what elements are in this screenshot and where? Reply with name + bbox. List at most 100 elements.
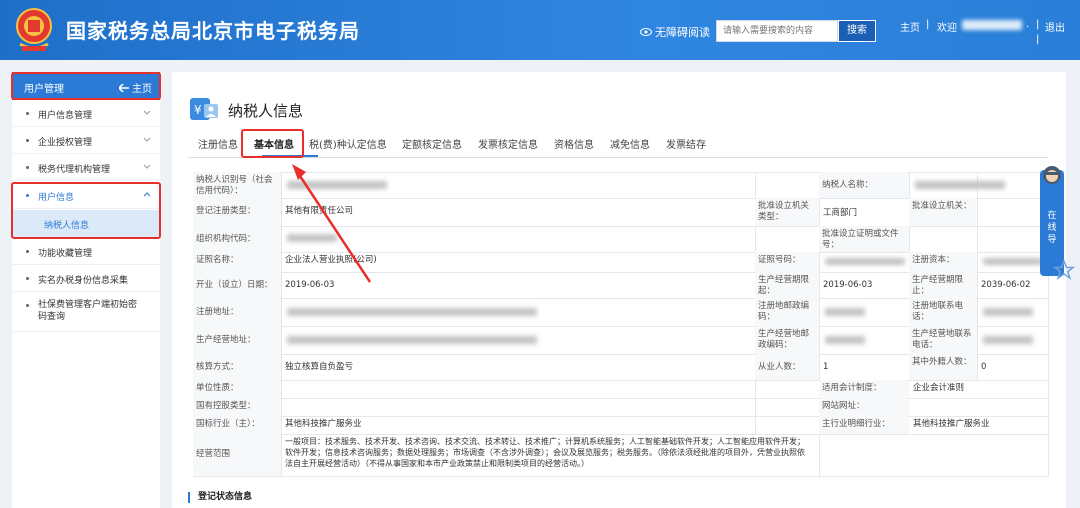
scope-label: 经营范围 (193, 434, 281, 476)
home-link[interactable]: 主页 (900, 19, 920, 34)
section-title-registration-status: 登记状态信息 (188, 492, 252, 503)
main-panel: ¥ 纳税人信息 注册信息 基本信息 税(费)种认定信息 定额核定信息 发票核定信… (172, 72, 1066, 508)
sidebar-item-realname-collection[interactable]: 实名办税身份信息采集 (12, 265, 160, 292)
bullet-icon (26, 194, 29, 197)
search-button[interactable]: 搜索 (838, 20, 876, 42)
sidebar-subitem-label: 纳税人信息 (44, 221, 90, 231)
cert-no-redacted (825, 258, 905, 265)
reg-type-label: 登记注册类型： (193, 198, 281, 226)
online-service-label: 在线导 (1047, 211, 1057, 245)
tax-bureau-emblem-icon (16, 8, 52, 51)
header-separator: . (1026, 19, 1030, 30)
sidebar: 用户管理 主页 用户信息管理 企业授权管理 税务代理机构管理 用户信息 纳税人信… (12, 72, 160, 508)
page-title: 纳税人信息 (228, 102, 304, 120)
service-avatar-icon (1043, 166, 1061, 190)
reg-addr-redacted (287, 308, 537, 316)
bullet-icon (26, 304, 29, 307)
industry-value: 其他科技推广服务业 (285, 419, 362, 429)
org-code-redacted (287, 234, 337, 242)
sidebar-title: 用户管理 (24, 84, 64, 95)
accounting-value: 独立核算自负盈亏 (285, 362, 354, 372)
sidebar-item-tax-agency[interactable]: 税务代理机构管理 (12, 154, 160, 181)
star-icon[interactable] (1052, 258, 1076, 282)
tab-bar: 注册信息 基本信息 税(费)种认定信息 定额核定信息 发票核定信息 资格信息 减… (188, 130, 1048, 158)
search-input[interactable] (716, 20, 838, 42)
prod-addr-redacted (287, 336, 537, 344)
taxpayer-name-redacted (915, 181, 1005, 189)
chevron-down-icon (143, 137, 151, 142)
industry-label: 国标行业（主）： (193, 416, 281, 434)
tab-qualification-info[interactable]: 资格信息 (554, 136, 594, 151)
approve-doc-label: 批准设立证明或文件号： (819, 226, 909, 252)
chevron-down-icon (143, 164, 151, 169)
period-end-value: 2039-06-02 (981, 280, 1031, 290)
taxpayer-id-label: 纳税人识别号（社会信用代码）： (193, 172, 281, 198)
capital-label: 注册资本： (909, 252, 977, 272)
bullet-icon (26, 112, 29, 115)
open-date-label: 开业（设立）日期： (193, 272, 281, 298)
chevron-up-icon (143, 192, 151, 197)
taxpayer-info-icon: ¥ (190, 98, 218, 120)
bullet-icon (26, 139, 29, 142)
sidebar-subitem-taxpayer-info[interactable]: 纳税人信息 (12, 210, 160, 237)
period-end-label: 生产经营期限止： (909, 272, 977, 298)
sidebar-item-favorites[interactable]: 功能收藏管理 (12, 238, 160, 265)
unit-nature-label: 单位性质： (193, 380, 281, 398)
chevron-down-icon (143, 110, 151, 115)
welcome-label: 欢迎 (937, 23, 957, 34)
approve-org-label: 批准设立机关： (909, 198, 977, 226)
approve-org-type-value: 工商部门 (823, 208, 858, 218)
tab-invoice-balance[interactable]: 发票结存 (666, 136, 706, 151)
prod-zip-label: 生产经营地邮政编码： (755, 326, 819, 354)
back-arrow-icon (119, 83, 129, 92)
acct-system-value: 企业会计准则 (913, 383, 965, 393)
cert-name-value: 企业法人营业执照(公司) (285, 255, 377, 265)
reg-phone-label: 注册地联系电话： (909, 298, 977, 326)
foreign-label: 其中外籍人数： (909, 354, 977, 380)
logout-link[interactable]: 退出 (1045, 19, 1065, 34)
tab-registration-info[interactable]: 注册信息 (198, 136, 238, 151)
sidebar-item-label: 用户信息 (38, 193, 75, 203)
acct-system-label: 适用会计制度： (819, 380, 909, 398)
bullet-icon (26, 166, 29, 169)
detail-industry-label: 主行业明细行业： (819, 416, 909, 434)
state-holding-label: 国有控股类型： (193, 398, 281, 416)
cert-no-label: 证照号码： (755, 252, 819, 272)
tab-basic-info[interactable]: 基本信息 (254, 136, 294, 151)
detail-industry-value: 其他科技推广服务业 (913, 419, 990, 429)
eye-icon (640, 28, 652, 36)
header-separator: | (1036, 19, 1040, 30)
sidebar-item-social-security-password[interactable]: 社保费管理客户端初始密码查询 (12, 292, 160, 332)
prod-phone-redacted (983, 336, 1033, 344)
capital-redacted (983, 258, 1043, 265)
sidebar-item-label: 实名办税身份信息采集 (38, 276, 129, 286)
reg-phone-redacted (983, 308, 1033, 316)
taxpayer-id-redacted (287, 181, 387, 189)
sidebar-home-button[interactable]: 主页 (119, 80, 152, 95)
reg-zip-label: 注册地邮政编码： (755, 298, 819, 326)
prod-zip-redacted (825, 336, 865, 344)
sidebar-item-user-info[interactable]: 用户信息 (12, 182, 160, 209)
org-code-label: 组织机构代码： (193, 226, 281, 252)
tab-exemption-info[interactable]: 减免信息 (610, 136, 650, 151)
employees-label: 从业人数： (755, 354, 819, 380)
accessibility-reading-link[interactable]: 无障碍阅读 (640, 24, 710, 40)
svg-text:¥: ¥ (194, 103, 202, 117)
foreign-value: 0 (981, 362, 987, 372)
tab-invoice-approval-info[interactable]: 发票核定信息 (478, 136, 538, 151)
tab-tax-type-info[interactable]: 税(费)种认定信息 (309, 136, 387, 151)
bullet-icon (26, 277, 29, 280)
employees-value: 1 (823, 362, 829, 372)
sidebar-item-user-info-mgmt[interactable]: 用户信息管理 (12, 100, 160, 127)
sidebar-item-label: 企业授权管理 (38, 138, 93, 148)
open-date-value: 2019-06-03 (285, 280, 335, 290)
sidebar-item-enterprise-auth[interactable]: 企业授权管理 (12, 127, 160, 154)
prod-addr-label: 生产经营地址： (193, 326, 281, 354)
sidebar-item-label: 用户信息管理 (38, 111, 93, 121)
reg-type-value: 其他有限责任公司 (285, 206, 354, 216)
accessibility-label: 无障碍阅读 (655, 26, 710, 39)
tab-quota-info[interactable]: 定额核定信息 (402, 136, 462, 151)
top-header: 国家税务总局北京市电子税务局 无障碍阅读 搜索 主页 | 欢迎 . | 退出 | (0, 0, 1080, 60)
prod-phone-label: 生产经营地联系电话： (909, 326, 977, 354)
header-separator: | (926, 19, 930, 30)
